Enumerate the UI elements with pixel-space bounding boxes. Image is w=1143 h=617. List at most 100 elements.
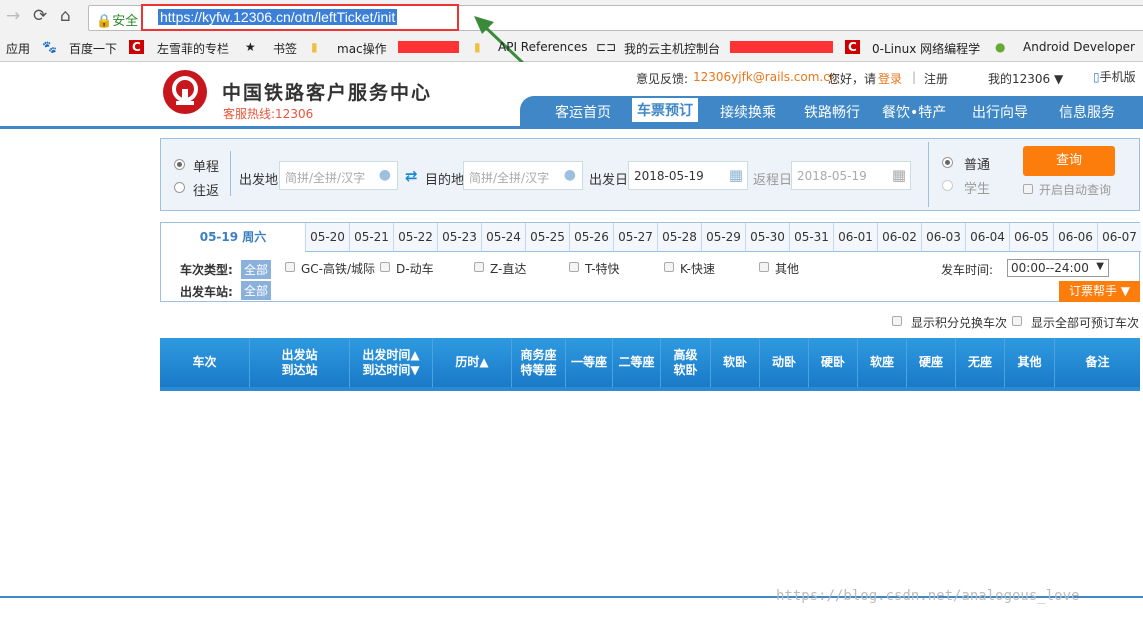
return-date-label: 返程日 [753,173,793,188]
train-type-checkbox[interactable] [759,262,769,272]
to-input[interactable]: 简拼/全拼/汉字 ● [463,161,583,190]
column-header[interactable]: 出发时间▲ 到达时间▼ [350,338,433,387]
from-label: 出发地 [239,173,279,188]
date-tab[interactable]: 05-21 [349,223,393,252]
date-tab[interactable]: 06-02 [877,223,921,252]
browser-chrome: → ⟳ ⌂ 🔒安全 https://kyfw.12306.cn/otn/left… [0,0,1143,86]
column-header: 出发站 到达站 [250,338,350,387]
bookmark[interactable]: 我的云主机控制台 [624,40,720,57]
reload-icon[interactable]: ⟳ [33,6,47,26]
feedback-label: 意见反馈: [636,72,689,86]
normal-ticket-radio[interactable] [942,157,953,168]
my12306-menu[interactable]: 我的12306 ▼ [988,70,1063,87]
column-header-label: 商务座 [520,347,557,362]
column-header[interactable]: 历时▲ [433,338,512,387]
auto-query-checkbox[interactable] [1023,184,1033,194]
column-header: 软卧 [711,338,760,387]
return-date-input[interactable]: 2018-05-19 ▦ [791,161,911,190]
date-tab[interactable]: 06-06 [1053,223,1097,252]
column-header-label: 特等座 [520,362,557,377]
bookmark[interactable]: 百度一下 [69,40,117,57]
points-train-checkbox[interactable] [892,316,902,326]
student-ticket-radio[interactable] [942,180,953,191]
hotline: 客服热线:12306 [223,107,314,121]
forward-icon[interactable]: → [6,6,20,26]
train-type-checkbox[interactable] [380,262,390,272]
home-icon[interactable]: ⌂ [60,6,71,26]
date-tab[interactable]: 06-03 [921,223,965,252]
calendar-icon[interactable]: ▦ [892,166,906,184]
swap-icon[interactable]: ⇄ [405,167,418,185]
column-header-label: 无座 [967,355,992,369]
register-link[interactable]: 注册 [924,70,948,87]
nav-tickets[interactable]: 车票预订 [632,98,698,122]
depart-date-input[interactable]: 2018-05-19 ▦ [628,161,748,190]
date-tab[interactable]: 06-01 [833,223,877,252]
column-header-label: 一等座 [570,355,607,369]
date-tab[interactable]: 05-25 [525,223,569,252]
nav-railway[interactable]: 铁路畅行 [804,102,860,122]
date-tab[interactable]: 05-23 [437,223,481,252]
nav-transfer[interactable]: 接续换乘 [720,102,776,122]
date-tab[interactable]: 05-30 [745,223,789,252]
separator: | [912,70,917,84]
greeting: 您好，请 [828,72,877,86]
watermark: https://blog.csdn.net/analogous_love [776,588,1080,604]
date-tab[interactable]: 06-05 [1009,223,1053,252]
train-type-checkbox[interactable] [285,262,295,272]
round-trip-label: 往返 [193,184,220,199]
date-tab[interactable]: 06-04 [965,223,1009,252]
all-bookable-label: 显示全部可预订车次 [1031,316,1140,330]
bookmark[interactable]: 左雪菲的专栏 [157,40,229,57]
one-way-radio[interactable] [174,159,185,170]
train-type-checkbox[interactable] [474,262,484,272]
date-tab[interactable]: 05-31 [789,223,833,252]
train-type-checkbox[interactable] [664,262,674,272]
auto-query-label: 开启自动查询 [1039,183,1112,197]
railway-logo-icon [163,70,207,114]
date-tab-active[interactable]: 05-19 周六 [161,223,305,252]
query-button[interactable]: 查询 [1023,146,1115,176]
search-panel: 单程 往返 出发地 简拼/全拼/汉字 ● ⇄ 目的地 简拼/全拼/汉字 ● 出发日 … [160,138,1140,211]
bookmark-apps[interactable]: 应用 [6,40,30,57]
all-bookable-checkbox[interactable] [1012,316,1022,326]
bookmark[interactable]: 书签 [273,40,297,57]
date-tab[interactable]: 06-07 [1097,223,1141,252]
from-input[interactable]: 简拼/全拼/汉字 ● [279,161,398,190]
column-header-label: 到达站 [281,362,318,377]
date-tab[interactable]: 05-26 [569,223,613,252]
date-tab[interactable]: 05-28 [657,223,701,252]
mobile-link[interactable]: ▯手机版 [1093,68,1136,85]
header-divider [0,126,1143,129]
bookmark[interactable]: 0-Linux 网络编程学 [872,40,980,57]
nav-food[interactable]: 餐饮•特产 [882,102,946,122]
train-type-checkbox[interactable] [569,262,579,272]
bookmark[interactable]: API References [498,40,587,54]
csdn-icon: C [129,40,144,54]
bookmarks-bar: 应用 🐾 百度一下 C 左雪菲的专栏 ★ 书签 ▮ mac操作 ▮ API Re… [0,36,1143,58]
bookmark[interactable]: mac操作 [337,40,387,57]
round-trip-radio[interactable] [174,182,185,193]
booking-helper-button[interactable]: 订票帮手 ▼ [1059,281,1140,302]
column-header: 高级 软卧 [661,338,711,387]
date-tab[interactable]: 05-24 [481,223,525,252]
train-type-label: 车次类型: [180,263,233,277]
nav-info[interactable]: 信息服务 [1059,102,1115,122]
nav-guide[interactable]: 出行向导 [972,102,1028,122]
train-type-all[interactable]: 全部 [241,260,272,279]
date-tab[interactable]: 05-29 [701,223,745,252]
nav-home[interactable]: 客运首页 [555,102,611,122]
points-train-label: 显示积分兑换车次 [911,316,1008,330]
column-header: 二等座 [613,338,661,387]
date-tab[interactable]: 05-22 [393,223,437,252]
feedback-email[interactable]: 12306yjfk@rails.com.cn [693,70,837,84]
bookmark[interactable]: Android Developer [1023,40,1135,54]
station-all[interactable]: 全部 [241,281,272,300]
cloud-icon: ⊏⊐ [596,40,617,54]
calendar-icon[interactable]: ▦ [729,166,743,184]
date-tab[interactable]: 05-27 [613,223,657,252]
column-header-label: 动卧 [771,355,796,369]
date-tab[interactable]: 05-20 [305,223,349,252]
depart-time-select[interactable]: 00:00--24:00 ▼ [1007,259,1109,277]
login-link[interactable]: 登录 [878,70,902,87]
